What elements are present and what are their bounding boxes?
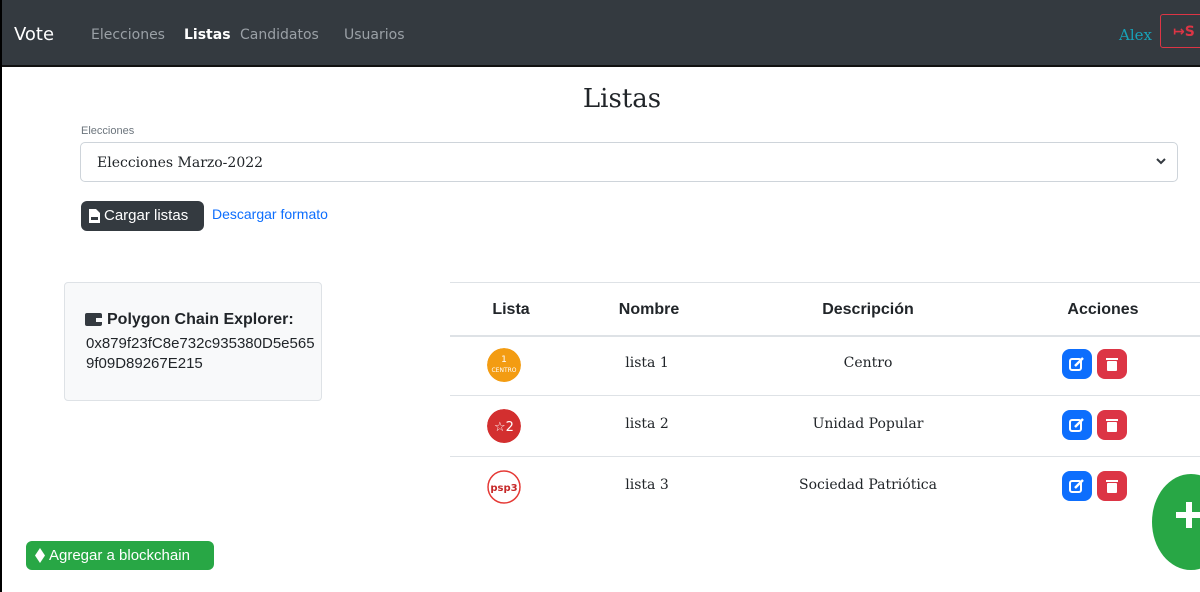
- edit-icon: [1069, 357, 1084, 371]
- elections-select-value: Elecciones Marzo-2022: [97, 155, 264, 171]
- nav-link-listas[interactable]: Listas: [184, 27, 231, 43]
- ethereum-icon: [35, 548, 45, 563]
- svg-text:1: 1: [501, 355, 507, 365]
- delete-button[interactable]: [1097, 410, 1127, 440]
- row-descripcion: Sociedad Patriótica: [799, 477, 937, 493]
- svg-text:CENTRO: CENTRO: [491, 367, 516, 374]
- logout-icon: ↦: [1173, 24, 1185, 40]
- edit-icon: [1069, 479, 1084, 493]
- nav-link-candidatos[interactable]: Candidatos: [240, 27, 319, 43]
- trash-icon: [1106, 358, 1118, 371]
- logout-button[interactable]: ↦S: [1160, 14, 1200, 48]
- user-name[interactable]: Alex: [1119, 26, 1152, 44]
- row-descripcion: Centro: [843, 355, 893, 371]
- row-descripcion: Unidad Popular: [812, 416, 924, 432]
- row-nombre: lista 3: [625, 477, 669, 493]
- explorer-title-wrap: Polygon Chain Explorer:: [86, 311, 294, 329]
- page-title: Listas: [582, 84, 662, 114]
- edit-button[interactable]: [1062, 410, 1092, 440]
- edit-button[interactable]: [1062, 471, 1092, 501]
- logout-label: S: [1184, 24, 1195, 40]
- upload-lists-label: Cargar listas: [104, 207, 189, 224]
- table-header: Lista Nombre Descripción Acciones: [450, 282, 1200, 337]
- explorer-title: Polygon Chain Explorer:: [107, 311, 294, 328]
- svg-text:psp3: psp3: [490, 483, 517, 494]
- edit-button[interactable]: [1062, 349, 1092, 379]
- psp-logo: psp3: [487, 470, 521, 504]
- delete-button[interactable]: [1097, 471, 1127, 501]
- upload-lists-button[interactable]: Cargar listas: [81, 201, 204, 231]
- svg-text:☆2: ☆2: [494, 420, 514, 435]
- top-navbar: Vote Elecciones Listas Candidatos Usuari…: [2, 0, 1200, 67]
- nav-link-usuarios[interactable]: Usuarios: [344, 27, 405, 43]
- brand-logo[interactable]: Vote: [14, 24, 54, 45]
- table-row: psp3 lista 3 Sociedad Patriótica: [450, 457, 1200, 517]
- table-row: 1 CENTRO lista 1 Centro: [450, 335, 1200, 396]
- col-header-lista: Lista: [492, 301, 530, 318]
- col-header-descripcion: Descripción: [822, 301, 914, 318]
- explorer-card: Polygon Chain Explorer: 0x879f23fC8e732c…: [64, 282, 322, 401]
- delete-button[interactable]: [1097, 349, 1127, 379]
- elections-select-label: Elecciones: [81, 125, 135, 137]
- chevron-down-icon: [1156, 158, 1166, 165]
- table-row: ☆2 lista 2 Unidad Popular: [450, 396, 1200, 457]
- elections-select[interactable]: Elecciones Marzo-2022: [80, 142, 1178, 182]
- add-to-blockchain-label: Agregar a blockchain: [49, 547, 190, 564]
- col-header-nombre: Nombre: [618, 301, 680, 318]
- csv-file-icon: [89, 209, 100, 223]
- row-nombre: lista 1: [625, 355, 669, 371]
- row-nombre: lista 2: [625, 416, 669, 432]
- centro-logo: 1 CENTRO: [487, 348, 521, 382]
- trash-icon: [1106, 419, 1118, 432]
- nav-link-elecciones[interactable]: Elecciones: [91, 27, 165, 43]
- edit-icon: [1069, 418, 1084, 432]
- plus-icon: [1176, 502, 1200, 528]
- trash-icon: [1106, 480, 1118, 493]
- unidad-popular-logo: ☆2: [487, 409, 521, 443]
- contract-address[interactable]: 0x879f23fC8e732c935380D5e5659f09D89267E2…: [86, 334, 316, 374]
- add-to-blockchain-button[interactable]: Agregar a blockchain: [26, 541, 214, 570]
- download-format-link[interactable]: Descargar formato: [212, 206, 328, 222]
- col-header-acciones: Acciones: [1067, 301, 1139, 318]
